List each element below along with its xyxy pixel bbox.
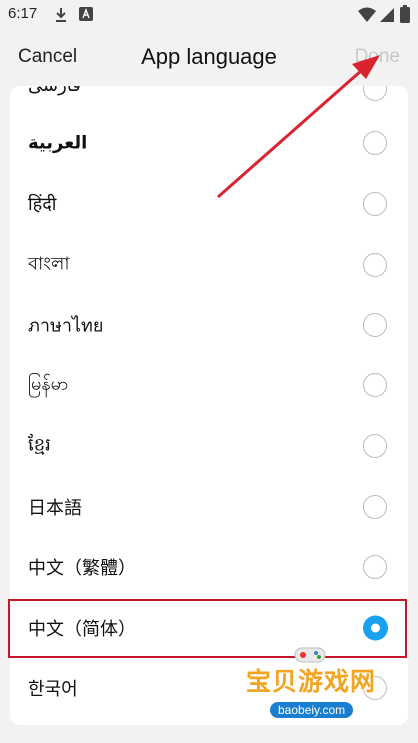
- download-icon: [56, 8, 66, 22]
- language-option-arabic[interactable]: العربية: [10, 112, 408, 173]
- language-option-thai[interactable]: ภาษาไทย: [10, 294, 408, 355]
- wifi-icon: [358, 7, 376, 22]
- language-option-chinese-simplified[interactable]: 中文（简体）: [10, 597, 408, 658]
- font-app-icon: [79, 7, 93, 21]
- language-label: ภาษาไทย: [28, 315, 104, 336]
- signal-icon: [380, 8, 394, 22]
- radio-button[interactable]: [363, 433, 387, 458]
- language-label: فارسی: [28, 86, 81, 96]
- radio-button-selected[interactable]: [363, 615, 388, 640]
- language-label: বাংলা: [28, 253, 70, 274]
- language-option-khmer[interactable]: ខ្មែរ: [10, 415, 408, 476]
- language-label: العربية: [28, 132, 88, 153]
- language-option-japanese[interactable]: 日本語: [10, 476, 408, 537]
- language-label: ខ្មែរ: [28, 434, 51, 455]
- language-list: فارسی العربية हिंदी বাংলা ภาษาไทย မြန်မာ…: [10, 86, 408, 725]
- radio-button[interactable]: [363, 252, 387, 277]
- radio-button[interactable]: [363, 372, 387, 397]
- language-option-korean[interactable]: 한국어: [10, 657, 408, 718]
- radio-button[interactable]: [363, 675, 387, 700]
- language-label: 日本語: [28, 497, 82, 519]
- status-bar: 6:17: [0, 0, 418, 30]
- status-time: 6:17: [8, 5, 38, 22]
- language-option-hindi[interactable]: हिंदी: [10, 173, 408, 234]
- radio-button[interactable]: [363, 554, 387, 579]
- done-button[interactable]: Done: [355, 46, 400, 68]
- radio-button[interactable]: [363, 86, 387, 101]
- language-option-burmese[interactable]: မြန်မာ: [10, 354, 408, 415]
- radio-button[interactable]: [363, 312, 387, 337]
- language-label: မြန်မာ: [28, 373, 69, 394]
- language-label: 中文（繁體）: [28, 557, 136, 579]
- radio-button[interactable]: [363, 494, 387, 519]
- language-option-bengali[interactable]: বাংলা: [10, 234, 408, 295]
- battery-icon: [400, 5, 410, 23]
- language-label: 中文（简体）: [28, 618, 136, 640]
- radio-button[interactable]: [363, 130, 387, 155]
- app-header: Cancel App language Done: [0, 30, 418, 86]
- language-label: हिंदी: [28, 193, 57, 215]
- language-label: 한국어: [28, 678, 78, 700]
- radio-button[interactable]: [363, 191, 387, 216]
- language-option-chinese-traditional[interactable]: 中文（繁體）: [10, 536, 408, 597]
